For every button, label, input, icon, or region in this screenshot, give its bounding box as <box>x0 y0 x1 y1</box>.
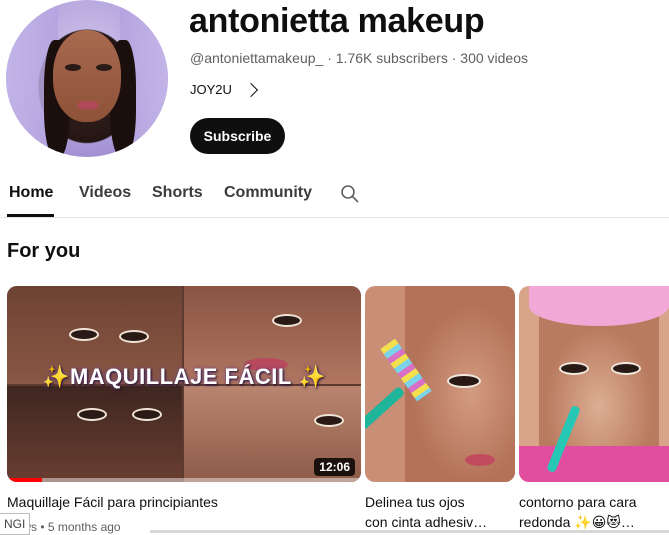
short-thumbnail[interactable] <box>365 286 515 482</box>
thumbnail-panel <box>7 386 182 482</box>
thumbnail-eye <box>447 374 481 388</box>
channel-handle: @antoniettamakeup_ <box>190 50 324 66</box>
thumbnail-lips <box>465 454 495 466</box>
section-title: For you <box>7 240 81 262</box>
thumbnail-headband <box>529 286 669 326</box>
avatar-eye-left <box>65 64 81 71</box>
video-duration-badge: 12:06 <box>314 458 355 476</box>
thumbnail-eye <box>119 330 149 343</box>
tab-community[interactable]: Community <box>224 184 312 202</box>
subscribe-button[interactable]: Subscribe <box>190 118 285 154</box>
thumbnail-eye <box>559 362 589 375</box>
video-title[interactable]: contorno para cara redonda ✨😀😻… <box>519 492 669 532</box>
channel-tabs: Home Videos Shorts Community <box>0 170 669 217</box>
avatar-lips <box>77 101 99 109</box>
chevron-right-icon <box>243 82 258 97</box>
video-title-line: con cinta adhesiv… <box>365 514 488 530</box>
thumbnail-shirt <box>519 446 669 482</box>
video-title-line: contorno para cara <box>519 494 637 510</box>
avatar-eye-right <box>96 64 112 71</box>
subscriber-count: 1.76K subscribers <box>335 50 448 66</box>
channel-meta: @antoniettamakeup_ · 1.76K subscribers ·… <box>190 50 528 66</box>
tabs-divider <box>0 217 669 218</box>
meta-separator: · <box>327 50 332 66</box>
thumbnail-eye <box>611 362 641 375</box>
video-title-line: Delinea tus ojos <box>365 494 465 510</box>
thumbnail-eye <box>77 408 107 421</box>
thumbnail-eye <box>314 414 344 427</box>
thumbnail-eye <box>69 328 99 341</box>
tab-videos[interactable]: Videos <box>79 184 131 202</box>
video-title[interactable]: Maquillaje Fácil para principiantes <box>7 492 361 512</box>
thumbnail-eye <box>132 408 162 421</box>
video-title-line: redonda ✨😀😻… <box>519 514 635 530</box>
tab-shorts[interactable]: Shorts <box>152 184 203 202</box>
thumbnail-eye <box>272 314 302 327</box>
thumbnail-brush <box>365 385 406 441</box>
channel-avatar[interactable] <box>6 0 168 157</box>
meta-separator: · <box>451 50 457 66</box>
video-count: 300 videos <box>460 50 528 66</box>
short-thumbnail[interactable] <box>519 286 669 482</box>
channel-link-label: JOY2U <box>190 82 232 97</box>
channel-link[interactable]: JOY2U <box>190 82 258 97</box>
thumbnail-title-text: ✨MAQUILLAJE FÁCIL ✨ <box>42 364 326 389</box>
corner-chip: NGI <box>0 513 31 535</box>
tab-home[interactable]: Home <box>9 184 53 202</box>
watch-progress-bar <box>7 478 43 482</box>
channel-name: antonietta makeup <box>189 2 485 40</box>
search-icon[interactable] <box>340 184 360 204</box>
watch-progress-track <box>7 478 361 482</box>
video-thumbnail[interactable]: ✨MAQUILLAJE FÁCIL ✨ 12:06 <box>7 286 361 482</box>
video-title[interactable]: Delinea tus ojos con cinta adhesiv… <box>365 492 515 532</box>
